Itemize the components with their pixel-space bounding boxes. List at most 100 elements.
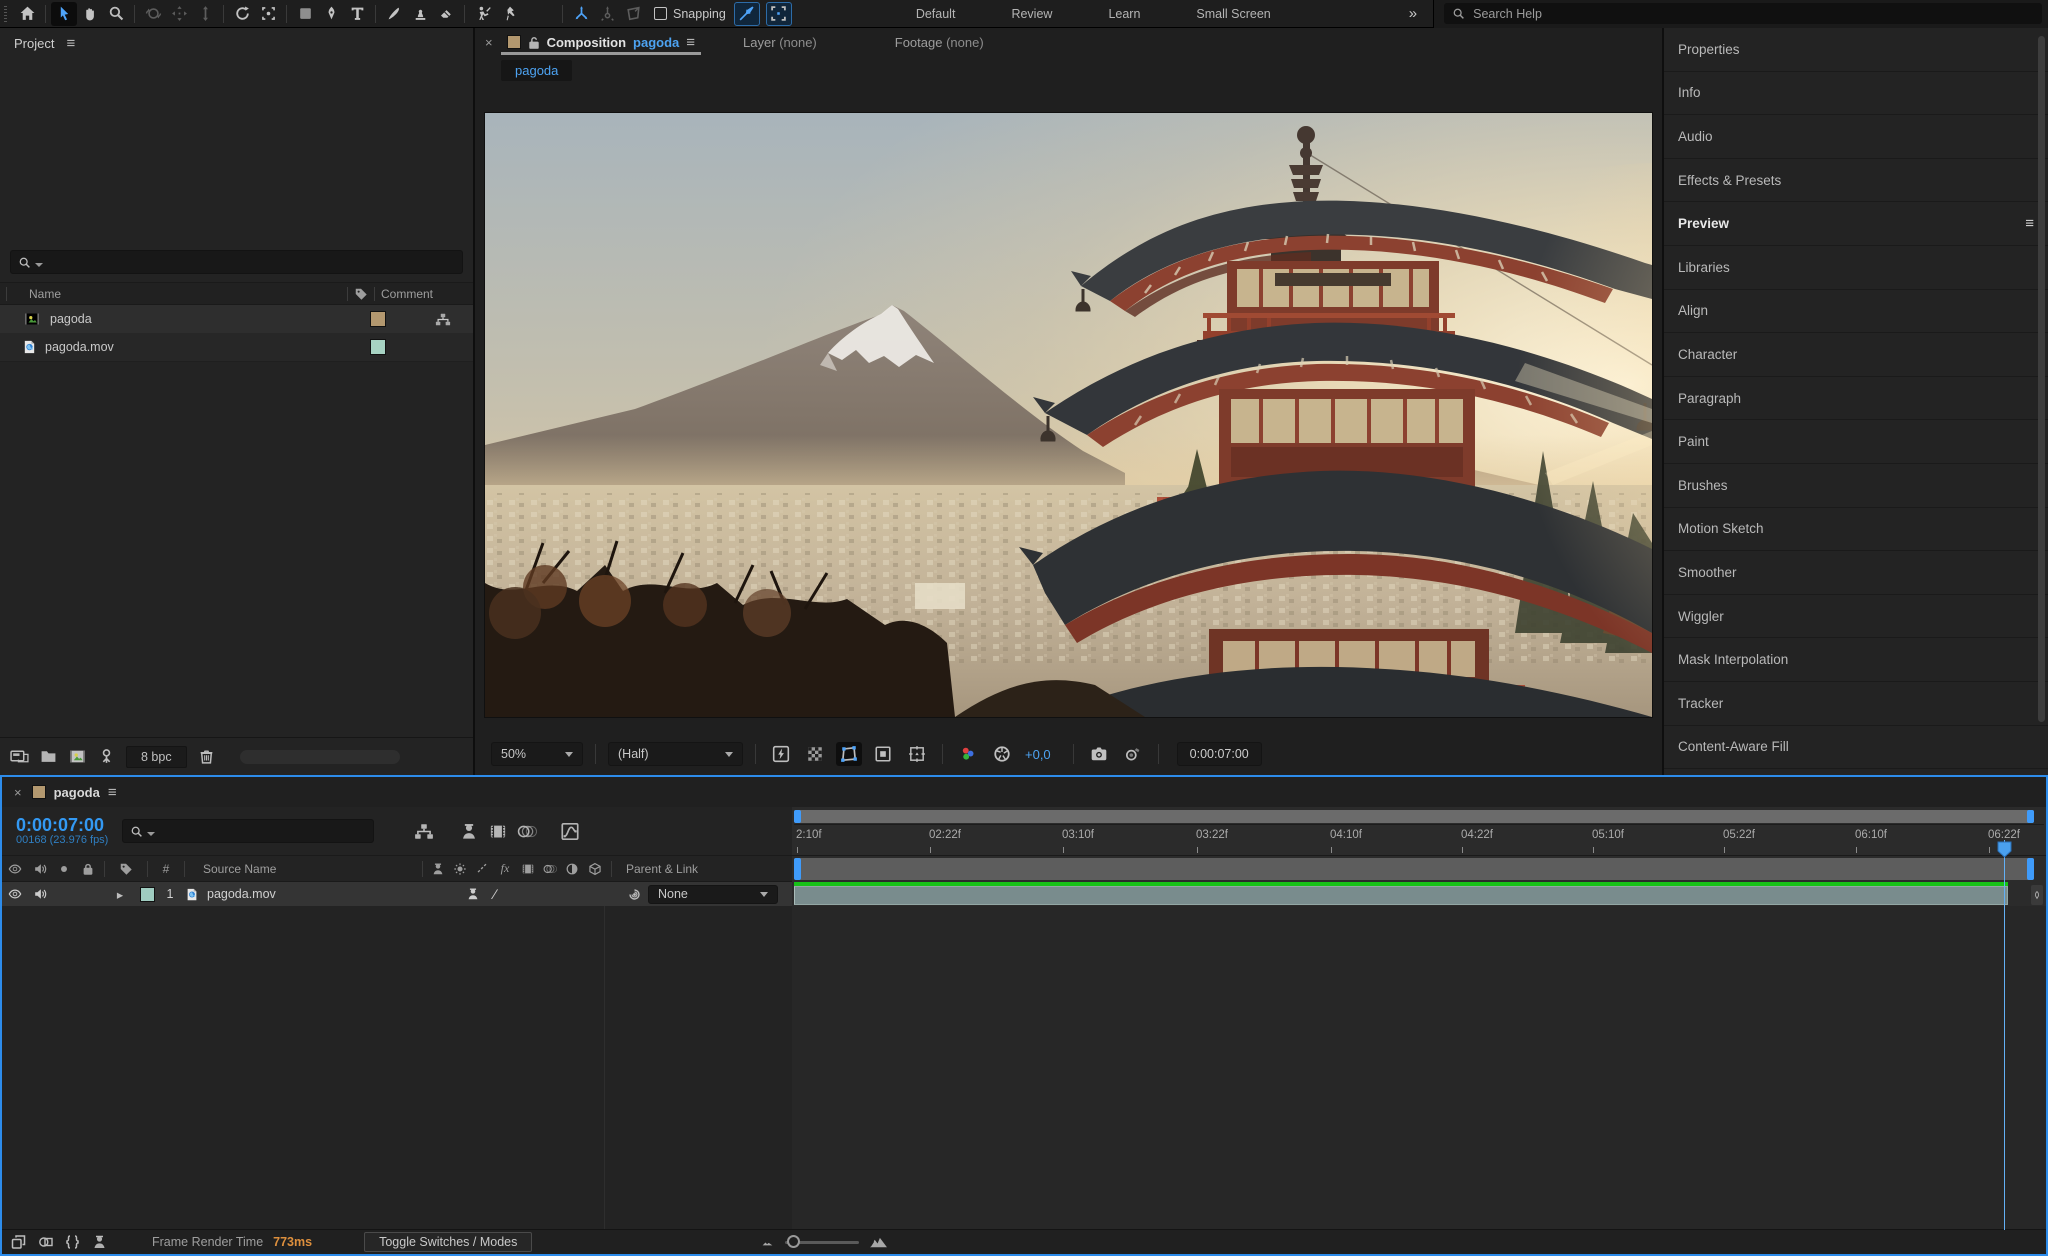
panel-tab[interactable]: Mask Interpolation ≡ <box>1664 638 2048 682</box>
snap-to-features-button[interactable] <box>766 2 792 26</box>
zoom-slider-knob[interactable] <box>787 1235 800 1248</box>
adjustment-switch-icon[interactable] <box>565 862 579 876</box>
video-eye-column-icon[interactable] <box>8 862 22 876</box>
motion-blur-switch-icon[interactable] <box>543 862 557 876</box>
transparency-grid-button[interactable] <box>802 742 828 766</box>
layer-row[interactable]: ▸ 1 pagoda.mov ∕ None <box>2 882 792 906</box>
panel-tab[interactable]: Libraries ≡ <box>1664 246 2048 290</box>
pen-tool[interactable] <box>318 2 344 26</box>
zoom-in-mountain-icon[interactable] <box>869 1235 888 1250</box>
layer-list-empty-area[interactable] <box>2 906 792 1229</box>
panel-tab[interactable]: Paint ≡ <box>1664 420 2048 464</box>
current-time-indicator[interactable] <box>1997 841 2012 858</box>
panel-tab[interactable]: Properties ≡ <box>1664 28 2048 72</box>
layer-label-swatch[interactable] <box>140 887 155 902</box>
viewer-panel-menu-icon[interactable]: ≡ <box>686 34 695 51</box>
timeline-panel-menu-icon[interactable]: ≡ <box>108 784 117 801</box>
blend-modes-icon[interactable] <box>37 1234 54 1250</box>
eraser-tool[interactable] <box>433 2 459 26</box>
orbit-camera-tool[interactable] <box>140 2 166 26</box>
frame-blending-icon[interactable] <box>488 822 508 841</box>
composition-canvas[interactable] <box>485 113 1652 717</box>
composition-mini-flowchart-icon[interactable] <box>414 822 434 841</box>
column-comment[interactable]: Comment <box>381 287 473 301</box>
layer-expand-arrow[interactable]: ▸ <box>100 887 140 902</box>
snapping-checkbox[interactable] <box>654 7 667 20</box>
label-color-swatch[interactable] <box>370 311 386 327</box>
shy-toggle-icon[interactable] <box>459 822 479 841</box>
mini-flowchart-icon[interactable] <box>435 312 451 327</box>
expressions-braces-icon[interactable] <box>64 1234 81 1250</box>
fx-switch-icon[interactable]: fx <box>493 861 517 876</box>
solo-column-icon[interactable] <box>57 862 71 876</box>
layer-number-column[interactable]: # <box>152 862 180 876</box>
shy-switch-icon[interactable] <box>431 862 445 876</box>
timeline-search-input[interactable] <box>122 819 374 843</box>
shape-tool[interactable] <box>292 2 318 26</box>
preview-time-display[interactable]: 0:00:07:00 <box>1177 742 1262 766</box>
parent-pickwhip-icon[interactable] <box>627 887 642 902</box>
workspace-learn[interactable]: Learn <box>1080 7 1168 21</box>
lock-column-icon[interactable] <box>81 862 95 876</box>
view-axis-mode[interactable] <box>620 2 646 26</box>
expand-layers-icon[interactable] <box>10 1234 27 1250</box>
close-tab-icon[interactable]: × <box>483 35 495 50</box>
label-tag-icon[interactable] <box>354 287 368 301</box>
render-engine-icon[interactable] <box>97 748 116 765</box>
frame-blend-switch-icon[interactable] <box>521 862 535 876</box>
layer-shy-icon[interactable] <box>466 887 480 901</box>
new-folder-icon[interactable] <box>39 748 58 765</box>
playhead-line[interactable] <box>2004 840 2005 1230</box>
workspace-review[interactable]: Review <box>983 7 1080 21</box>
tab-composition[interactable]: Composition pagoda ≡ <box>501 28 701 56</box>
trash-icon[interactable] <box>197 748 216 765</box>
time-ruler[interactable]: 2:10f02:22f03:10f03:22f04:10f04:22f05:10… <box>794 824 2044 855</box>
project-search-input[interactable] <box>10 250 463 274</box>
right-panel-scrollbar[interactable] <box>2038 36 2045 722</box>
label-color-swatch[interactable] <box>370 339 386 355</box>
workspace-default[interactable]: Default <box>888 7 984 21</box>
panel-tab[interactable]: Paragraph ≡ <box>1664 377 2048 421</box>
project-row-footage[interactable]: pagoda.mov <box>0 333 473 361</box>
snap-along-edges-button[interactable] <box>734 2 760 26</box>
local-axis-mode[interactable] <box>568 2 594 26</box>
toolbar-grip[interactable] <box>0 0 14 28</box>
selection-tool[interactable] <box>51 2 77 26</box>
pan-camera-tool[interactable] <box>166 2 192 26</box>
panel-tab[interactable]: Tracker ≡ <box>1664 682 2048 726</box>
panel-tab[interactable]: Character ≡ <box>1664 333 2048 377</box>
exposure-reset-button[interactable] <box>989 742 1015 766</box>
region-of-interest-button[interactable] <box>870 742 896 766</box>
panel-tab[interactable]: Smoother ≡ <box>1664 551 2048 595</box>
panel-tab[interactable]: Preview ≡ <box>1664 202 2048 246</box>
workspace-overflow-chevrons[interactable]: » <box>1409 5 1415 22</box>
shy-footer-icon[interactable] <box>91 1234 108 1250</box>
search-options-caret[interactable] <box>147 832 155 836</box>
show-snapshot-button[interactable] <box>1120 742 1146 766</box>
layer-visibility-eye-icon[interactable] <box>8 887 22 901</box>
search-help-input[interactable]: Search Help <box>1444 3 2042 24</box>
composition-chip[interactable]: pagoda <box>501 60 572 81</box>
quality-switch-icon[interactable] <box>475 862 489 876</box>
world-axis-mode[interactable] <box>594 2 620 26</box>
exposure-value[interactable]: +0,0 <box>1025 747 1051 762</box>
close-tab-icon[interactable]: × <box>12 785 24 800</box>
tab-footage[interactable]: Footage (none) <box>859 35 1020 50</box>
project-row-composition[interactable]: pagoda <box>0 305 473 333</box>
panel-tab[interactable]: Audio ≡ <box>1664 115 2048 159</box>
color-depth-button[interactable]: 8 bpc <box>126 746 187 768</box>
current-time-display[interactable]: 0:00:07:00 00168 (23.976 fps) <box>16 816 108 846</box>
panel-tab[interactable]: Effects & Presets ≡ <box>1664 159 2048 203</box>
toggle-switches-modes-button[interactable]: Toggle Switches / Modes <box>364 1232 532 1252</box>
snapping-toggle[interactable]: Snapping <box>654 7 726 21</box>
label-column-icon[interactable] <box>119 862 133 876</box>
panel-tab[interactable]: Align ≡ <box>1664 290 2048 334</box>
layer-duration-bar[interactable] <box>794 886 2008 905</box>
clone-stamp-tool[interactable] <box>407 2 433 26</box>
track-empty-area[interactable] <box>792 906 2046 1229</box>
panel-tab[interactable]: Brushes ≡ <box>1664 464 2048 508</box>
time-navigator-bar[interactable] <box>794 810 2034 823</box>
parent-link-dropdown[interactable]: None <box>648 885 778 904</box>
grid-guides-button[interactable] <box>904 742 930 766</box>
panel-tab[interactable]: Content-Aware Fill ≡ <box>1664 726 2048 770</box>
